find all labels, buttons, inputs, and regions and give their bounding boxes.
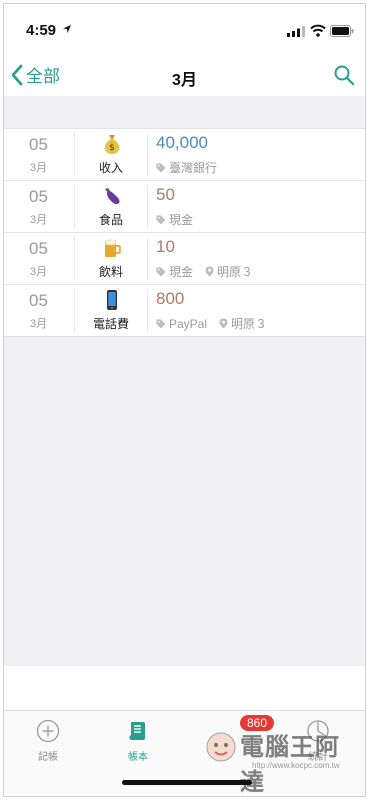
entry-month: 3月 bbox=[30, 162, 48, 174]
wifi-icon bbox=[310, 24, 326, 37]
transaction-row[interactable]: 05 3月 電話費 800 PayPal 明原３ bbox=[4, 285, 365, 337]
amount-cell: 50 現金 bbox=[148, 181, 365, 232]
navigation-bar: 全部 3月 bbox=[4, 56, 365, 96]
svg-text:$: $ bbox=[109, 143, 115, 153]
watermark-url: http://www.kocpc.com.tw bbox=[252, 761, 340, 770]
tag-icon bbox=[156, 215, 166, 224]
watermark-logo: 電腦王阿達 http://www.kocpc.com.tw bbox=[204, 725, 364, 796]
location-pin-icon bbox=[219, 318, 228, 329]
category-cell: $ 收入 bbox=[75, 133, 148, 176]
location-label: 明原３ bbox=[231, 317, 268, 331]
home-indicator[interactable] bbox=[122, 780, 252, 785]
account-label: 臺灣銀行 bbox=[169, 161, 218, 175]
entry-tags: 現金 bbox=[156, 211, 193, 228]
amount-cell: 10 現金 明原３ bbox=[148, 233, 365, 284]
category-cell: 食品 bbox=[75, 185, 148, 228]
status-time: 4:59 bbox=[26, 22, 57, 39]
phone-icon bbox=[107, 290, 117, 310]
tag-icon bbox=[156, 163, 166, 172]
category-label: 食品 bbox=[98, 213, 123, 227]
entry-tags: PayPal 明原３ bbox=[156, 315, 267, 332]
tag-icon bbox=[156, 267, 166, 276]
beer-icon bbox=[104, 239, 121, 257]
transaction-row[interactable]: 05 3月 食品 50 現金 bbox=[4, 181, 365, 233]
category-label: 飲料 bbox=[98, 265, 123, 279]
transaction-row[interactable]: 05 3月 $ 收入 40,000 臺灣銀行 bbox=[4, 129, 365, 181]
amount-cell: 40,000 臺灣銀行 bbox=[148, 129, 365, 180]
entry-amount: 50 bbox=[156, 185, 175, 204]
app-frame: 4:59 全部 3月 05 3月 $ 收入 40,000 臺灣銀行 05 3月 食品 bbox=[3, 3, 366, 797]
tab-record-label: 記帳 bbox=[38, 752, 58, 763]
location-label: 明原３ bbox=[217, 265, 254, 279]
category-cell: 電話費 bbox=[75, 289, 148, 332]
signal-icon bbox=[287, 26, 305, 37]
mascot-face-icon bbox=[206, 732, 236, 762]
tab-book-label: 帳本 bbox=[128, 752, 148, 763]
entry-amount: 10 bbox=[156, 237, 175, 256]
amount-cell: 800 PayPal 明原３ bbox=[148, 285, 365, 336]
entry-tags: 現金 明原３ bbox=[156, 263, 253, 280]
date-cell: 05 3月 bbox=[4, 237, 75, 280]
date-cell: 05 3月 bbox=[4, 133, 75, 176]
tab-book[interactable]: 帳本 bbox=[108, 719, 168, 763]
entry-day: 05 bbox=[29, 135, 48, 154]
date-cell: 05 3月 bbox=[4, 185, 75, 228]
money-bag-icon: $ bbox=[104, 135, 120, 154]
battery-icon bbox=[330, 25, 354, 37]
transaction-list: 05 3月 $ 收入 40,000 臺灣銀行 05 3月 食品 50 現金 05 3月 飲料 10 現金 明原３… bbox=[4, 128, 365, 337]
tab-record[interactable]: 記帳 bbox=[18, 719, 78, 763]
entry-day: 05 bbox=[29, 291, 48, 310]
transaction-list-area: 05 3月 $ 收入 40,000 臺灣銀行 05 3月 食品 50 現金 05 3月 飲料 10 現金 明原３… bbox=[4, 96, 365, 666]
date-cell: 05 3月 bbox=[4, 289, 75, 332]
account-label: 現金 bbox=[169, 265, 194, 279]
entry-day: 05 bbox=[29, 239, 48, 258]
category-label: 收入 bbox=[98, 161, 123, 175]
plus-circle-icon bbox=[36, 719, 60, 743]
tag-icon bbox=[156, 319, 166, 328]
entry-month: 3月 bbox=[30, 214, 48, 226]
entry-month: 3月 bbox=[30, 318, 48, 330]
transaction-row[interactable]: 05 3月 飲料 10 現金 明原３ bbox=[4, 233, 365, 285]
entry-month: 3月 bbox=[30, 266, 48, 278]
search-icon[interactable] bbox=[333, 64, 355, 86]
ledger-book-icon bbox=[129, 722, 145, 740]
category-cell: 飲料 bbox=[75, 237, 148, 280]
account-label: 現金 bbox=[169, 213, 194, 227]
entry-amount: 800 bbox=[156, 289, 185, 308]
location-arrow-icon bbox=[63, 25, 71, 33]
eggplant-icon bbox=[105, 188, 120, 205]
category-label: 電話費 bbox=[92, 317, 129, 331]
location-pin-icon bbox=[205, 266, 214, 277]
page-title: 3月 bbox=[172, 72, 197, 89]
entry-tags: 臺灣銀行 bbox=[156, 159, 217, 176]
entry-day: 05 bbox=[29, 187, 48, 206]
account-label: PayPal bbox=[169, 316, 208, 331]
entry-amount: 40,000 bbox=[156, 133, 208, 152]
status-bar: 4:59 bbox=[4, 4, 365, 48]
